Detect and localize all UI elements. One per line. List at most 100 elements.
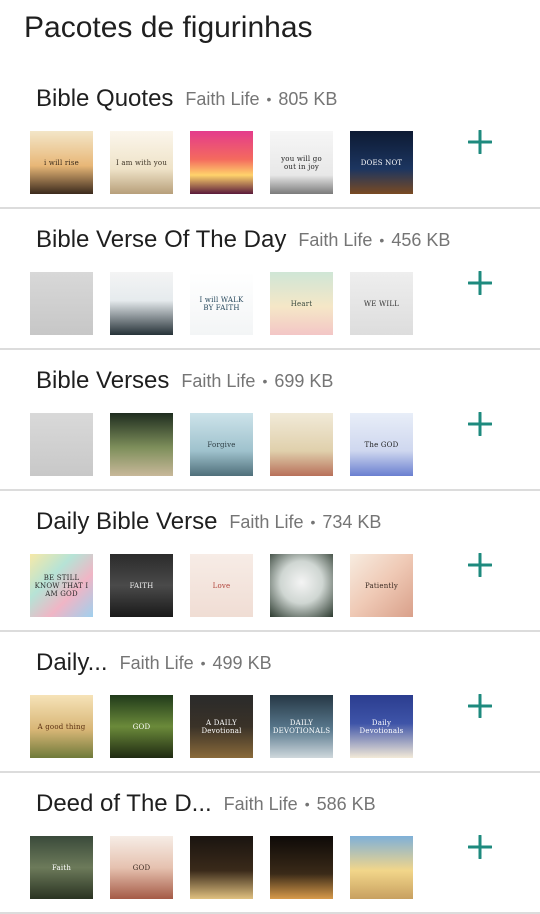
add-pack-button[interactable] [462, 124, 498, 160]
sticker-caption [298, 441, 306, 449]
sticker-thumbnail: A good thing [30, 695, 93, 758]
sticker-caption [218, 864, 226, 872]
pack-meta: Faith Life • 699 KB [181, 371, 333, 392]
sticker-pack-row[interactable]: Bible Verses Faith Life • 699 KB Forgive… [0, 350, 540, 491]
sticker-thumbnail: I will WALK BY FAITH [190, 272, 253, 335]
sticker-pack-row[interactable]: Deed of The D... Faith Life • 586 KB Fai… [0, 773, 540, 914]
pack-name: Deed of The D... [36, 790, 212, 817]
sticker-thumbnail [270, 413, 333, 476]
sticker-thumbnail: FAITH [110, 554, 173, 617]
pack-header: Bible Verses Faith Life • 699 KB [36, 364, 333, 398]
sticker-thumbnail: i will rise [30, 131, 93, 194]
add-pack-button[interactable] [462, 265, 498, 301]
sticker-thumbnail: Daily Devotionals [350, 695, 413, 758]
sticker-caption [378, 864, 386, 872]
sticker-thumbnail: Faith [30, 836, 93, 899]
sticker-caption: Love [212, 581, 231, 590]
add-pack-button[interactable] [462, 829, 498, 865]
pack-size: 805 KB [278, 88, 338, 109]
pack-header: Deed of The D... Faith Life • 586 KB [36, 787, 376, 821]
sticker-thumbnails: A good thing GOD A DAILY Devotional DAILY D… [30, 695, 430, 758]
plus-icon [468, 553, 492, 577]
sticker-thumbnails: Faith GOD [30, 836, 430, 899]
separator-dot: • [310, 514, 316, 530]
sticker-caption: you will go out in joy [281, 154, 322, 171]
sticker-caption: The GOD [364, 440, 399, 449]
pack-name: Daily Bible Verse [36, 508, 218, 535]
sticker-caption [138, 441, 146, 449]
separator-dot: • [266, 91, 272, 107]
sticker-pack-row[interactable]: Daily Bible Verse Faith Life • 734 KB BE… [0, 491, 540, 632]
sticker-thumbnail [30, 413, 93, 476]
sticker-thumbnail: I am with you [110, 131, 173, 194]
sticker-thumbnail [190, 836, 253, 899]
sticker-caption: Patiently [364, 581, 399, 590]
separator-dot: • [200, 655, 206, 671]
sticker-caption: I am with you [115, 158, 168, 167]
sticker-thumbnails: BE STILL KNOW THAT I AM GOD FAITH Love Pati… [30, 554, 430, 617]
sticker-thumbnail [190, 131, 253, 194]
pack-publisher: Faith Life [223, 793, 298, 814]
sticker-caption: A good thing [37, 722, 86, 731]
pack-publisher: Faith Life [185, 88, 260, 109]
separator-dot: • [262, 373, 268, 389]
pack-header: Daily Bible Verse Faith Life • 734 KB [36, 505, 381, 539]
sticker-caption: FAITH [129, 581, 154, 590]
sticker-caption [218, 159, 226, 167]
sticker-caption: Heart [290, 299, 313, 308]
sticker-thumbnail [270, 554, 333, 617]
sticker-pack-list: Bible Quotes Faith Life • 805 KB i will … [0, 68, 540, 914]
pack-publisher: Faith Life [181, 370, 256, 391]
sticker-caption [138, 300, 146, 308]
plus-icon [468, 694, 492, 718]
pack-size: 586 KB [316, 793, 376, 814]
pack-meta: Faith Life • 456 KB [298, 230, 450, 251]
plus-icon [468, 271, 492, 295]
add-pack-button[interactable] [462, 406, 498, 442]
pack-name: Daily... [36, 649, 108, 676]
pack-header: Daily... Faith Life • 499 KB [36, 646, 272, 680]
pack-meta: Faith Life • 734 KB [229, 512, 381, 533]
pack-publisher: Faith Life [298, 229, 373, 250]
sticker-pack-row[interactable]: Bible Verse Of The Day Faith Life • 456 … [0, 209, 540, 350]
plus-icon [468, 130, 492, 154]
sticker-thumbnail: Heart [270, 272, 333, 335]
add-pack-button[interactable] [462, 547, 498, 583]
sticker-thumbnail: GOD [110, 836, 173, 899]
sticker-thumbnail: you will go out in joy [270, 131, 333, 194]
pack-meta: Faith Life • 499 KB [120, 653, 272, 674]
pack-meta: Faith Life • 586 KB [224, 794, 376, 815]
sticker-thumbnail: DOES NOT [350, 131, 413, 194]
sticker-pack-row[interactable]: Bible Quotes Faith Life • 805 KB i will … [0, 68, 540, 209]
sticker-thumbnails: i will rise I am with you you will go out … [30, 131, 430, 194]
sticker-caption: GOD [132, 863, 151, 872]
sticker-caption: Faith [51, 863, 72, 872]
pack-name: Bible Verse Of The Day [36, 226, 287, 253]
sticker-thumbnail: GOD [110, 695, 173, 758]
sticker-thumbnail [350, 836, 413, 899]
sticker-thumbnail: DAILY DEVOTIONALS [270, 695, 333, 758]
sticker-thumbnail: Love [190, 554, 253, 617]
sticker-thumbnail: BE STILL KNOW THAT I AM GOD [30, 554, 93, 617]
add-pack-button[interactable] [462, 688, 498, 724]
sticker-caption: Daily Devotionals [359, 718, 404, 735]
sticker-caption [58, 300, 66, 308]
separator-dot: • [379, 232, 385, 248]
sticker-caption: I will WALK BY FAITH [199, 295, 244, 312]
sticker-thumbnails: Forgive The GOD [30, 413, 430, 476]
pack-header: Bible Quotes Faith Life • 805 KB [36, 82, 337, 116]
sticker-caption: Forgive [207, 440, 236, 449]
sticker-caption: DOES NOT [360, 158, 403, 167]
sticker-pack-row[interactable]: Daily... Faith Life • 499 KB A good thin… [0, 632, 540, 773]
plus-icon [468, 412, 492, 436]
sticker-caption: GOD [132, 722, 151, 731]
sticker-caption [298, 864, 306, 872]
sticker-thumbnail [30, 272, 93, 335]
sticker-thumbnail [110, 272, 173, 335]
sticker-thumbnail: The GOD [350, 413, 413, 476]
sticker-caption: i will rise [44, 158, 79, 167]
pack-publisher: Faith Life [229, 511, 304, 532]
sticker-caption: BE STILL KNOW THAT I AM GOD [34, 573, 89, 598]
pack-size: 699 KB [274, 370, 334, 391]
pack-size: 456 KB [391, 229, 451, 250]
